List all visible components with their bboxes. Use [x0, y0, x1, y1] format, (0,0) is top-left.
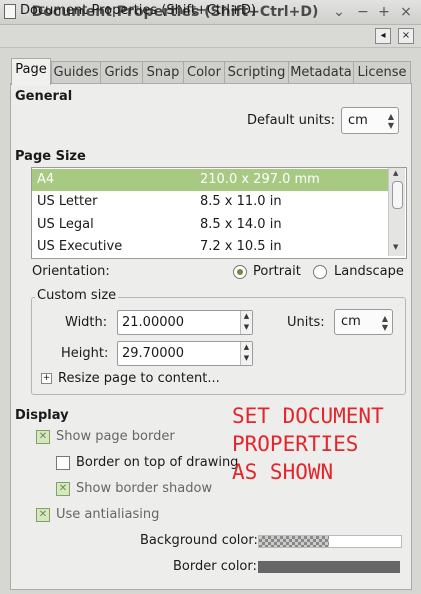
- dock-iconify-icon[interactable]: ◂: [375, 28, 391, 44]
- orientation-label: Orientation:: [32, 264, 110, 279]
- tab-grids[interactable]: Grids: [100, 61, 143, 84]
- tab-guides[interactable]: Guides: [51, 61, 101, 84]
- annotation-line-2: PROPERTIES: [232, 432, 359, 456]
- page-size-list[interactable]: A4 210.0 x 297.0 mm US Letter 8.5 x 11.0…: [31, 167, 407, 259]
- maximize-button[interactable]: +: [375, 3, 393, 21]
- show-page-border-label[interactable]: Show page border: [56, 429, 175, 444]
- window-menu-button[interactable]: ⌄: [330, 3, 348, 21]
- default-units-label: Default units:: [247, 113, 335, 128]
- scroll-down-icon[interactable]: ▼: [393, 243, 398, 251]
- width-label: Width:: [65, 315, 108, 330]
- minimize-button[interactable]: −: [354, 3, 372, 21]
- scrollbar-thumb[interactable]: [392, 181, 403, 209]
- close-button[interactable]: ×: [397, 3, 415, 21]
- tab-license[interactable]: License: [353, 61, 411, 84]
- page-size-heading: Page Size: [15, 149, 86, 164]
- default-units-value: cm: [348, 113, 368, 128]
- scroll-up-icon[interactable]: ▲: [393, 169, 398, 177]
- custom-size-legend: Custom size: [35, 288, 119, 303]
- tab-metadata[interactable]: Metadata: [288, 61, 354, 84]
- border-color-swatch[interactable]: [258, 561, 400, 573]
- landscape-radio[interactable]: [313, 265, 327, 279]
- checkerboard-pattern: [259, 536, 329, 547]
- background-color-swatch[interactable]: [258, 535, 402, 548]
- dock-close-icon[interactable]: ×: [398, 28, 414, 44]
- list-item[interactable]: A4 210.0 x 297.0 mm: [32, 169, 389, 191]
- list-item[interactable]: US Executive 7.2 x 10.5 in: [32, 236, 389, 258]
- general-heading: General: [15, 89, 73, 104]
- show-border-shadow-label[interactable]: Show border shadow: [76, 481, 212, 496]
- list-item[interactable]: US Letter 8.5 x 11.0 in: [32, 191, 389, 213]
- updown-icon: ▲ ▼: [381, 314, 388, 332]
- height-spinbox[interactable]: 29.70000 ▲ ▼: [117, 341, 253, 366]
- annotation-line-1: SET DOCUMENT: [232, 404, 384, 428]
- annotation-line-3: AS SHOWN: [232, 460, 334, 484]
- use-antialiasing-checkbox[interactable]: ✕: [36, 508, 50, 522]
- units-combo[interactable]: cm ▲ ▼: [334, 309, 393, 335]
- portrait-radio[interactable]: [233, 265, 247, 279]
- tab-page[interactable]: Page: [11, 58, 51, 85]
- tab-color[interactable]: Color: [183, 61, 225, 84]
- tab-scripting[interactable]: Scripting: [224, 61, 289, 84]
- show-page-border-checkbox[interactable]: ✕: [36, 430, 50, 444]
- width-spinbox[interactable]: 21.00000 ▲ ▼: [117, 310, 253, 335]
- updown-icon: ▲ ▼: [387, 112, 394, 130]
- landscape-label[interactable]: Landscape: [334, 264, 404, 279]
- spin-arrows-icon[interactable]: ▲ ▼: [240, 311, 252, 334]
- portrait-label[interactable]: Portrait: [253, 264, 301, 279]
- background-color-label: Background color:: [140, 533, 258, 548]
- border-on-top-label[interactable]: Border on top of drawing: [76, 455, 238, 470]
- use-antialiasing-label[interactable]: Use antialiasing: [56, 507, 159, 522]
- dock-title: Document Properties (Shift+Ctrl+D): [20, 3, 256, 18]
- document-icon: [4, 4, 16, 19]
- default-units-combo[interactable]: cm ▲ ▼: [341, 107, 399, 134]
- width-value: 21.00000: [122, 315, 185, 330]
- height-label: Height:: [61, 346, 109, 361]
- resize-page-expander[interactable]: Resize page to content...: [58, 371, 220, 386]
- border-on-top-checkbox[interactable]: [56, 456, 70, 470]
- list-item[interactable]: US Legal 8.5 x 14.0 in: [32, 214, 389, 236]
- expander-plus-icon[interactable]: +: [41, 373, 52, 384]
- spin-arrows-icon[interactable]: ▲ ▼: [240, 342, 252, 365]
- units-label: Units:: [287, 315, 325, 330]
- dock-header: [0, 25, 421, 48]
- display-heading: Display: [15, 408, 69, 423]
- height-value: 29.70000: [122, 346, 185, 361]
- show-border-shadow-checkbox[interactable]: ✕: [56, 482, 70, 496]
- border-color-label: Border color:: [173, 559, 257, 574]
- tab-snap[interactable]: Snap: [142, 61, 184, 84]
- units-value: cm: [341, 314, 361, 329]
